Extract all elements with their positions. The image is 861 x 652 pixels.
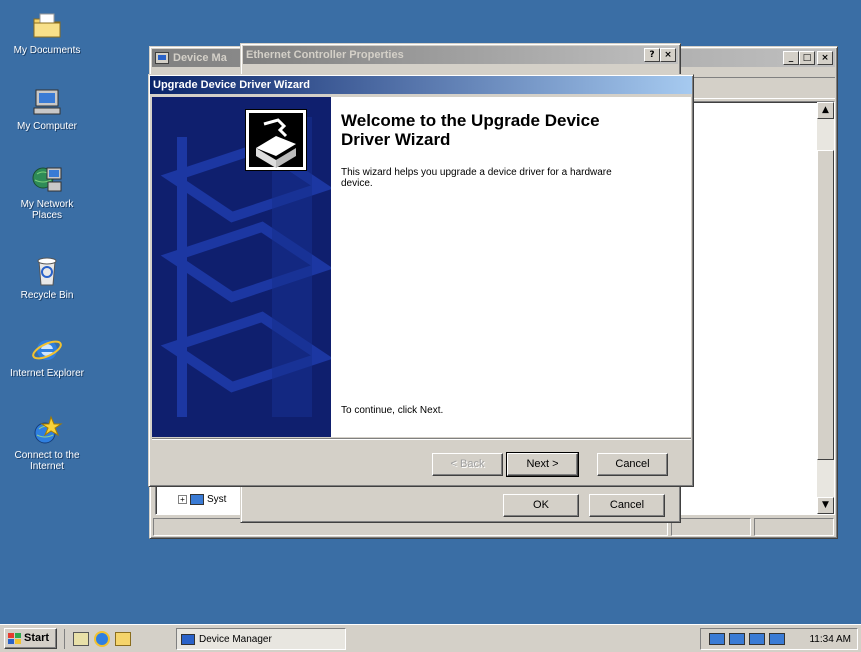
desktop-icon-label: My Documents — [13, 45, 81, 56]
device-manager-toolbar — [680, 77, 835, 99]
start-label: Start — [24, 632, 50, 644]
computer-icon — [31, 86, 63, 118]
wizard-device-icon — [245, 109, 307, 171]
wizard-title: Upgrade Device Driver Wizard — [153, 79, 311, 91]
windows-logo-icon — [8, 633, 21, 644]
show-desktop-icon[interactable] — [73, 632, 89, 646]
desktop-icon-label: My Computer — [16, 121, 77, 132]
expand-plus-icon[interactable]: + — [178, 495, 187, 504]
tree-item-label: Syst — [207, 494, 227, 505]
device-manager-app-icon — [181, 633, 195, 645]
outlook-express-icon[interactable] — [115, 632, 131, 646]
wizard-content: Welcome to the Upgrade Device Driver Wiz… — [245, 97, 691, 437]
next-button[interactable]: Next > — [506, 452, 579, 477]
device-manager-title: Device Ma — [173, 52, 227, 64]
vertical-scrollbar[interactable]: ▲ ▼ — [817, 102, 834, 514]
system-tray: 11:34 AM — [700, 628, 858, 650]
desktop-icon-my-documents[interactable]: My Documents — [8, 10, 86, 56]
internet-explorer-icon[interactable] — [94, 631, 110, 647]
wizard-body-text: This wizard helps you upgrade a device d… — [341, 167, 612, 189]
upgrade-driver-wizard[interactable]: Upgrade Device Driver Wizard Welcome to … — [148, 74, 694, 487]
status-panel — [754, 518, 834, 536]
close-button[interactable]: × — [817, 51, 833, 65]
desktop-icon-internet-explorer[interactable]: Internet Explorer — [8, 333, 86, 379]
cancel-button[interactable]: Cancel — [597, 453, 668, 476]
connect-internet-icon — [31, 415, 63, 447]
desktop-icon-label: My Network Places — [20, 199, 74, 221]
clock[interactable]: 11:34 AM — [809, 634, 857, 645]
network-connection-icon[interactable] — [769, 633, 785, 645]
network-connection-icon[interactable] — [749, 633, 765, 645]
desktop-icon-label: Connect to the Internet — [14, 450, 80, 472]
desktop-icon-my-computer[interactable]: My Computer — [8, 86, 86, 132]
back-button[interactable]: < Back — [432, 453, 503, 476]
network-connection-icon[interactable] — [709, 633, 725, 645]
taskbar-device-manager-button[interactable]: Device Manager — [176, 628, 346, 650]
device-manager-app-icon — [155, 52, 169, 64]
help-button[interactable]: ? — [644, 48, 660, 62]
start-button[interactable]: Start — [4, 628, 57, 649]
desktop-icon-label: Recycle Bin — [20, 290, 74, 301]
recycle-bin-icon — [31, 255, 63, 287]
close-button[interactable]: × — [660, 48, 676, 62]
internet-explorer-icon — [31, 333, 63, 365]
desktop-icon-connect-internet[interactable]: Connect to the Internet — [8, 415, 86, 472]
minimize-button[interactable]: _ — [783, 51, 799, 65]
scroll-down-button[interactable]: ▼ — [817, 497, 834, 514]
scroll-thumb[interactable] — [817, 150, 834, 460]
desktop-icon-my-network-places[interactable]: My Network Places — [8, 164, 86, 221]
desktop-icon-recycle-bin[interactable]: Recycle Bin — [8, 255, 86, 301]
maximize-button[interactable]: □ — [799, 51, 815, 65]
wizard-titlebar[interactable]: Upgrade Device Driver Wizard — [150, 76, 692, 94]
desktop-icon-label: Internet Explorer — [10, 368, 84, 379]
wizard-separator — [152, 438, 691, 440]
wizard-continue-text: To continue, click Next. — [341, 405, 444, 416]
ethernet-properties-titlebar[interactable]: Ethernet Controller Properties ? × — [243, 46, 678, 64]
system-devices-icon — [190, 494, 204, 505]
wizard-heading: Welcome to the Upgrade Device Driver Wiz… — [341, 111, 600, 149]
quick-launch — [64, 629, 131, 649]
network-connection-icon[interactable] — [729, 633, 745, 645]
network-places-icon — [31, 164, 63, 196]
ok-button[interactable]: OK — [503, 494, 579, 517]
cancel-button[interactable]: Cancel — [589, 494, 665, 517]
taskbar: Start Device Manager 11:34 AM — [0, 624, 861, 652]
taskbar-task-label: Device Manager — [199, 633, 272, 645]
status-panel — [671, 518, 751, 536]
ethernet-properties-title: Ethernet Controller Properties — [246, 49, 404, 61]
folder-documents-icon — [31, 10, 63, 42]
device-tree-item-system[interactable]: + Syst — [178, 494, 226, 505]
scroll-up-button[interactable]: ▲ — [817, 102, 834, 119]
